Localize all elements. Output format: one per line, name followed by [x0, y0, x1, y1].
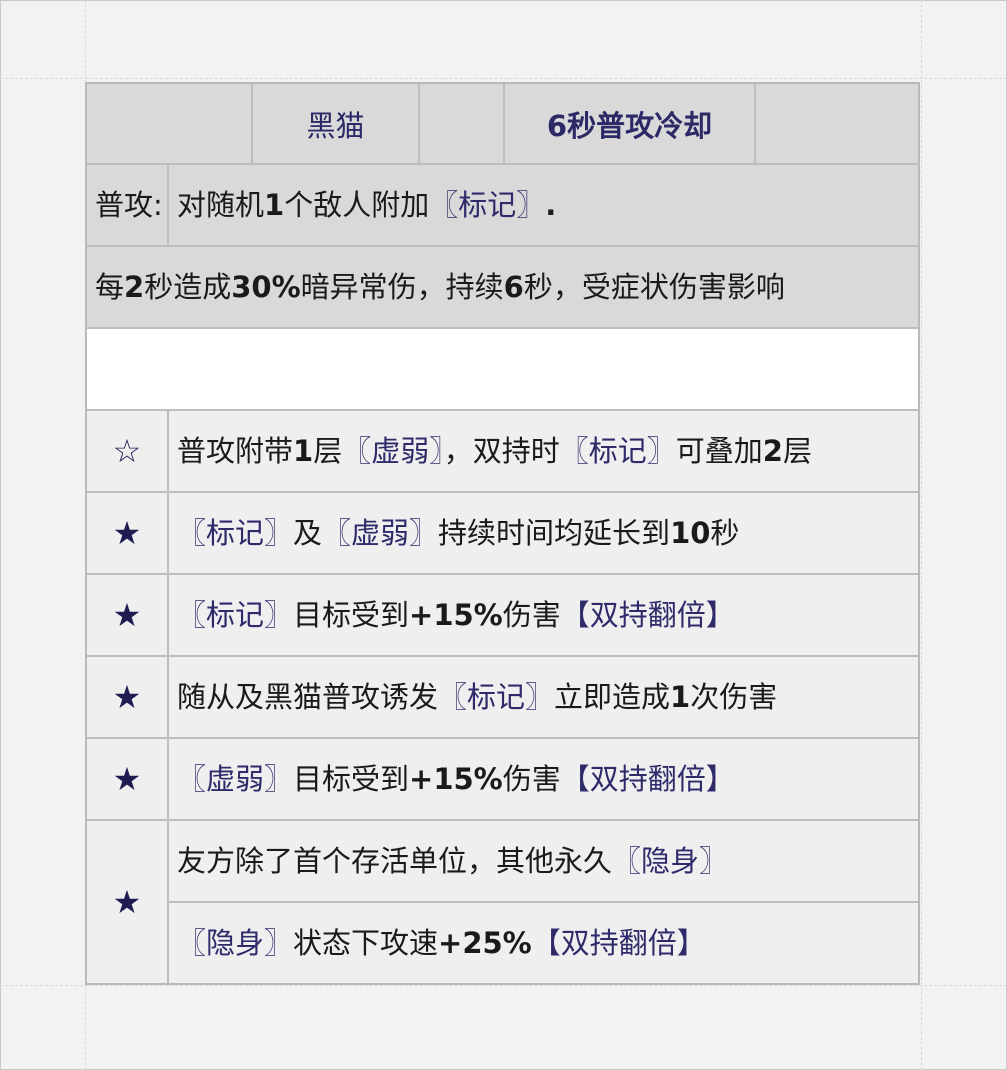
cooldown-label: 6秒普攻冷却: [546, 108, 713, 143]
guide-line: [0, 78, 1007, 79]
header-cooldown-cell: 6秒普攻冷却: [505, 84, 754, 163]
star-outline-icon: ☆: [112, 432, 142, 470]
upgrade-desc-cell: 〖隐身〗状态下攻速+25%【双持翻倍】: [169, 903, 918, 983]
guide-line: [0, 985, 1007, 986]
upgrade-desc: 随从及黑猫普攻诱发〖标记〗立即造成1次伤害: [177, 679, 778, 714]
basic-attack-desc-cell: 对随机1个敌人附加〖标记〗.: [169, 165, 918, 245]
skill-card: 黑猫 6秒普攻冷却 普攻: 对随机1个敌人附加〖标记〗. 每2秒造成30%暗异常…: [85, 82, 920, 985]
upgrade-desc-cell: 〖虚弱〗目标受到+15%伤害【双持翻倍】: [169, 739, 918, 819]
header-blank-cell: [87, 84, 251, 163]
blank-row: [87, 329, 918, 409]
companion-name: 黑猫: [306, 108, 365, 143]
star-filled-icon: ★: [112, 883, 142, 921]
upgrade-star-cell: ☆: [87, 411, 167, 491]
upgrade-desc-cell: 〖标记〗目标受到+15%伤害【双持翻倍】: [169, 575, 918, 655]
upgrade-desc-cell: 随从及黑猫普攻诱发〖标记〗立即造成1次伤害: [169, 657, 918, 737]
upgrade-desc: 〖虚弱〗目标受到+15%伤害【双持翻倍】: [177, 761, 735, 796]
upgrade-desc: 普攻附带1层〖虚弱〗，双持时〖标记〗可叠加2层: [177, 433, 812, 468]
star-filled-icon: ★: [112, 760, 142, 798]
upgrade-star-cell: ★: [87, 739, 167, 819]
upgrade-desc-cell: 友方除了首个存活单位，其他永久〖隐身〗: [169, 821, 918, 901]
upgrade-desc: 〖标记〗目标受到+15%伤害【双持翻倍】: [177, 597, 735, 632]
basic-attack-desc: 对随机1个敌人附加〖标记〗.: [177, 187, 557, 222]
upgrade-star-cell: ★: [87, 493, 167, 573]
upgrade-desc: 友方除了首个存活单位，其他永久〖隐身〗: [177, 843, 729, 878]
upgrade-desc-cell: 普攻附带1层〖虚弱〗，双持时〖标记〗可叠加2层: [169, 411, 918, 491]
upgrade-star-cell: ★: [87, 821, 167, 983]
guide-line: [921, 0, 922, 1070]
basic-attack-label: 普攻:: [95, 187, 163, 222]
mark-effect-desc: 每2秒造成30%暗异常伤，持续6秒，受症状伤害影响: [95, 269, 785, 304]
mark-effect-cell: 每2秒造成30%暗异常伤，持续6秒，受症状伤害影响: [87, 247, 918, 327]
star-filled-icon: ★: [112, 678, 142, 716]
header-name-cell: 黑猫: [253, 84, 418, 163]
basic-attack-label-cell: 普攻:: [87, 165, 167, 245]
header-blank-cell: [420, 84, 503, 163]
header-blank-cell: [756, 84, 918, 163]
upgrade-desc-cell: 〖标记〗及〖虚弱〗持续时间均延长到10秒: [169, 493, 918, 573]
upgrade-desc: 〖标记〗及〖虚弱〗持续时间均延长到10秒: [177, 515, 740, 550]
mark-tag: 〖标记〗: [429, 187, 546, 222]
upgrade-desc: 〖隐身〗状态下攻速+25%【双持翻倍】: [177, 925, 706, 960]
upgrade-star-cell: ★: [87, 657, 167, 737]
star-filled-icon: ★: [112, 514, 142, 552]
star-filled-icon: ★: [112, 596, 142, 634]
upgrade-star-cell: ★: [87, 575, 167, 655]
